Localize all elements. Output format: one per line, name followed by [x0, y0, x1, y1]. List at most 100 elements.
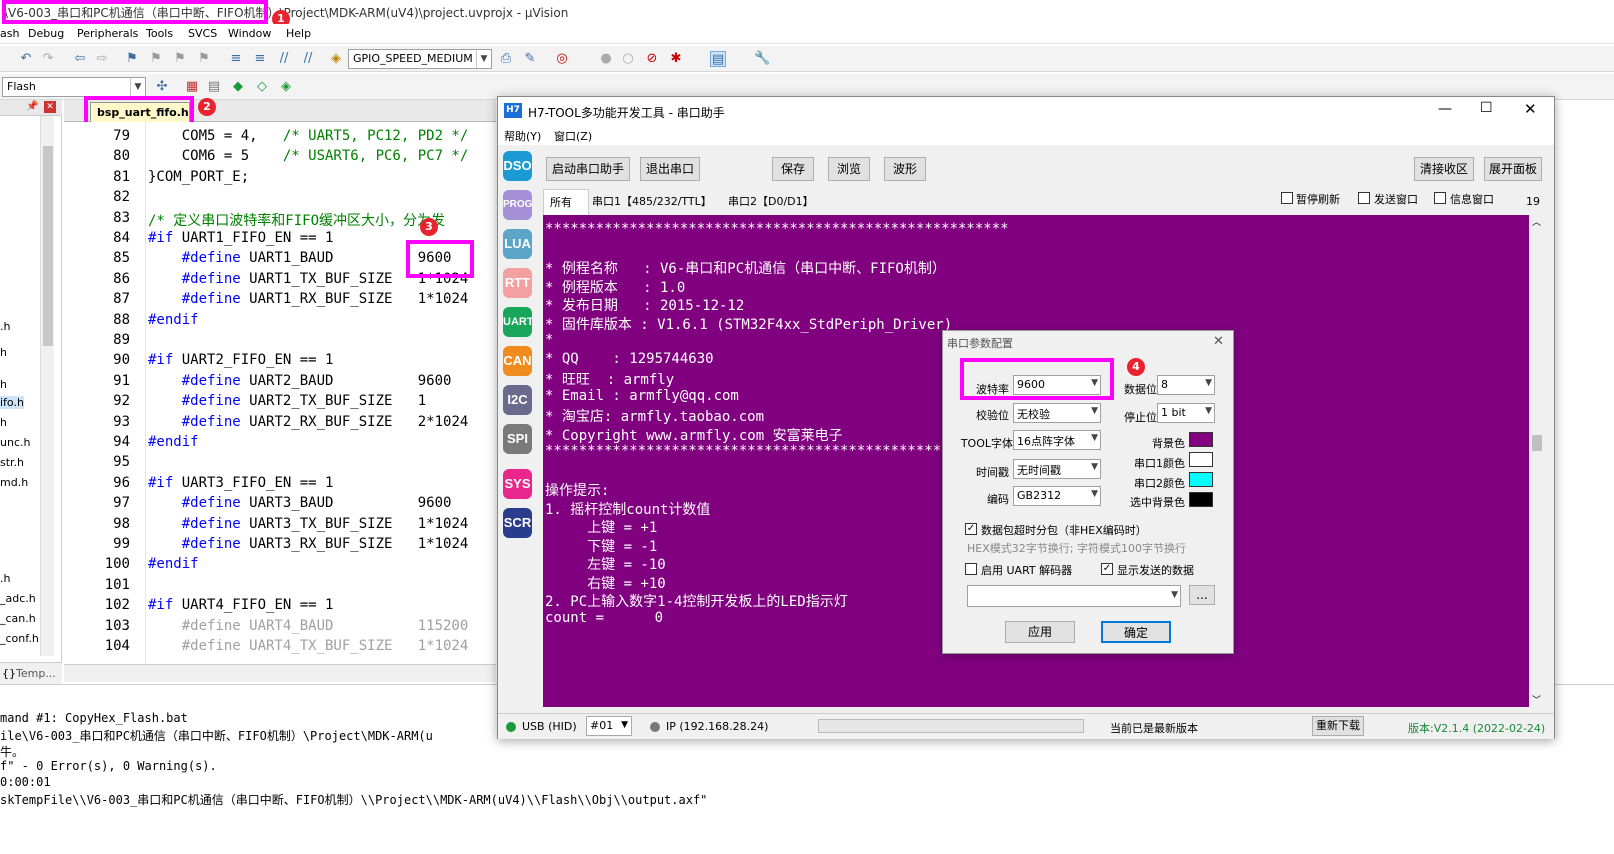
manage-books-icon[interactable]: ▤ — [206, 79, 222, 95]
start-uart-button[interactable]: 启动串口助手 — [546, 157, 630, 181]
nav-back-icon[interactable]: ⇦ — [72, 51, 88, 67]
side-can-button[interactable]: CAN — [503, 346, 532, 376]
side-sys-button[interactable]: SYS — [503, 469, 532, 499]
scroll-thumb[interactable] — [1532, 435, 1542, 451]
project-tree-item[interactable]: .h — [0, 320, 10, 333]
scroll-up-icon[interactable]: ︿ — [1532, 215, 1541, 228]
save-button[interactable]: 保存 — [772, 157, 814, 181]
project-tree-item[interactable]: h — [0, 346, 7, 359]
find-icon[interactable]: ⎙ — [498, 51, 514, 67]
breakpoint-icon[interactable]: ● — [598, 51, 614, 67]
side-scr-button[interactable]: SCR — [503, 508, 532, 538]
expand-panel-button[interactable]: 展开面板 — [1484, 157, 1542, 181]
project-tree-item[interactable]: _can.h — [0, 612, 36, 625]
split-packet-checkbox[interactable]: ✓ — [965, 523, 977, 535]
side-spi-button[interactable]: SPI — [503, 424, 532, 454]
encoding-select[interactable]: GB2312 ▼ — [1013, 486, 1101, 506]
menu-svcs[interactable]: SVCS — [188, 27, 217, 40]
breakpoint-manage-icon[interactable]: ✱ — [668, 51, 684, 67]
menu-flash[interactable]: ash — [0, 27, 19, 40]
side-prog-button[interactable]: PROG — [503, 190, 532, 220]
bookmark-prev-icon[interactable]: ⚑ — [148, 51, 164, 67]
editor-hscrollbar[interactable] — [64, 664, 496, 682]
comment-icon[interactable]: // — [276, 51, 292, 67]
project-panel-scrollbar[interactable] — [40, 116, 54, 656]
scroll-down-icon[interactable]: ﹀ — [1532, 693, 1541, 706]
terminal-scrollbar[interactable]: ︿ ﹀ — [1529, 215, 1545, 707]
decoder-select[interactable]: ▼ — [967, 585, 1181, 607]
nav-forward-icon[interactable]: ⇨ — [94, 51, 110, 67]
project-tree-item[interactable]: str.h — [0, 456, 24, 469]
wave-button[interactable]: 波形 — [884, 157, 926, 181]
maximize-icon[interactable]: ☐ — [1480, 100, 1493, 116]
side-lua-button[interactable]: LUA — [503, 229, 532, 259]
select-packs-icon[interactable]: ◆ — [230, 79, 246, 95]
bg-color-swatch[interactable] — [1189, 432, 1213, 447]
minimize-icon[interactable]: — — [1438, 101, 1452, 117]
functions-tab[interactable]: {} — [2, 667, 16, 680]
tab-port1[interactable]: 串口1【485/232/TTL】 — [592, 193, 712, 209]
code-editor[interactable]: 79 80 81 82 83 84 85 86 87 88 89 90 91 92 93 94 95 96 97 98… — [64, 122, 496, 664]
font-select[interactable]: 16点阵字体 ▼ — [1013, 430, 1101, 450]
project-tree-item[interactable]: _conf.h — [0, 632, 39, 645]
project-tree-item[interactable]: md.h — [0, 476, 28, 489]
build-target-combo[interactable]: Flash ▼ — [2, 77, 146, 97]
tab-port2[interactable]: 串口2【D0/D1】 — [728, 193, 814, 209]
debug-session-icon[interactable]: ◎ — [554, 51, 570, 67]
port1-color-swatch[interactable] — [1189, 452, 1213, 467]
menu-peripherals[interactable]: Peripherals — [77, 27, 138, 40]
undo-icon[interactable]: ↶ — [18, 51, 34, 67]
scroll-thumb[interactable] — [43, 146, 53, 346]
unindent-icon[interactable]: ≡ — [252, 51, 268, 67]
uncomment-icon[interactable]: // — [300, 51, 316, 67]
menu-help[interactable]: 帮助(Y) — [504, 128, 541, 144]
project-tree-item[interactable]: h — [0, 416, 7, 429]
databits-select[interactable]: 8 ▼ — [1157, 375, 1215, 395]
project-tree-item[interactable]: unc.h — [0, 436, 30, 449]
exit-uart-button[interactable]: 退出串口 — [640, 157, 700, 181]
redownload-button[interactable]: 重新下载 — [1312, 716, 1364, 736]
redo-icon[interactable]: ↷ — [40, 51, 56, 67]
templates-tab[interactable]: Temp... — [16, 667, 56, 680]
incremental-find-icon[interactable]: ✎ — [522, 51, 538, 67]
close-icon[interactable]: ✕ — [44, 101, 56, 113]
ok-button[interactable]: 确定 — [1101, 621, 1171, 643]
port2-color-swatch[interactable] — [1189, 472, 1213, 487]
side-uart-button[interactable]: UART — [503, 307, 534, 337]
browse-button[interactable]: 浏览 — [828, 157, 870, 181]
find-combo[interactable]: GPIO_SPEED_MEDIUM ▼ — [348, 49, 492, 69]
project-tree-item[interactable]: ifo.h — [0, 396, 24, 409]
parity-select[interactable]: 无校验 ▼ — [1013, 403, 1101, 423]
menu-tools[interactable]: Tools — [146, 27, 173, 40]
configure-icon[interactable]: 🔧 — [754, 51, 770, 67]
project-tree-item[interactable]: .h — [0, 572, 10, 585]
target-options-icon[interactable]: ✣ — [154, 79, 170, 95]
info-window-checkbox[interactable] — [1434, 192, 1446, 204]
menu-help[interactable]: Help — [286, 27, 311, 40]
timestamp-select[interactable]: 无时间戳 ▼ — [1013, 459, 1101, 479]
side-i2c-button[interactable]: I2C — [503, 385, 532, 415]
pack-installer-icon[interactable]: ◇ — [254, 79, 270, 95]
close-icon[interactable]: ✕ — [1524, 100, 1537, 118]
pause-refresh-checkbox[interactable] — [1281, 192, 1293, 204]
pin-icon[interactable]: 📌 — [26, 101, 38, 112]
bookmark-icon[interactable]: ⚑ — [124, 51, 140, 67]
breakpoint-kill-icon[interactable]: ⊘ — [644, 51, 660, 67]
menu-debug[interactable]: Debug — [28, 27, 64, 40]
clear-receive-button[interactable]: 清接收区 — [1414, 157, 1474, 181]
close-icon[interactable]: ✕ — [1213, 334, 1224, 349]
menu-window[interactable]: Window — [228, 27, 271, 40]
side-dso-button[interactable]: DSO — [503, 151, 532, 181]
run-time-env-icon[interactable]: ◈ — [278, 79, 294, 95]
project-tree-item[interactable]: h — [0, 378, 7, 391]
send-window-checkbox[interactable] — [1358, 192, 1370, 204]
bookmark-next-icon[interactable]: ⚑ — [172, 51, 188, 67]
sel-bg-color-swatch[interactable] — [1189, 492, 1213, 507]
project-tree-item[interactable]: _adc.h — [0, 592, 36, 605]
side-rtt-button[interactable]: RTT — [503, 268, 532, 298]
apply-button[interactable]: 应用 — [1005, 621, 1075, 643]
find-in-files-icon[interactable]: ◈ — [328, 51, 344, 67]
breakpoint-disable-icon[interactable]: ○ — [620, 51, 636, 67]
bookmark-clear-icon[interactable]: ⚑ — [196, 51, 212, 67]
decoder-more-button[interactable]: ... — [1189, 585, 1215, 605]
